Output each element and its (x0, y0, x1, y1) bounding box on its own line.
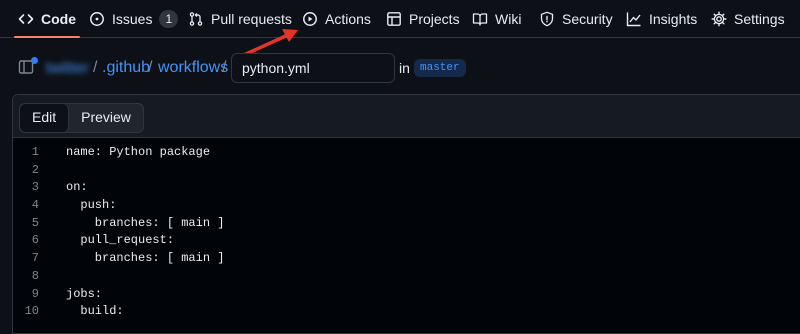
line-text: branches: [ main ] (66, 251, 225, 266)
breadcrumb-separator: / (222, 59, 227, 76)
line-number: 5 (31, 215, 39, 230)
line-text: push: (66, 198, 117, 213)
shield-icon (540, 11, 554, 26)
code-line: 2 (13, 162, 800, 180)
code-line: 5 branches: [ main ] (13, 215, 800, 233)
notification-dot (31, 57, 38, 64)
tab-insights[interactable]: Insights (626, 0, 697, 37)
line-text: on: (66, 180, 88, 195)
file-tree-toggle[interactable] (18, 57, 38, 77)
issue-icon (90, 11, 104, 26)
tab-projects[interactable]: Projects (386, 0, 460, 37)
line-number: 2 (31, 162, 39, 177)
line-number: 7 (31, 251, 39, 266)
tab-wiki[interactable]: Wiki (472, 0, 521, 37)
line-number: 4 (31, 198, 39, 213)
tab-projects-label: Projects (409, 10, 460, 27)
branch-badge[interactable]: master (414, 59, 466, 77)
tab-code[interactable]: Code (14, 0, 80, 38)
line-text: jobs: (66, 286, 103, 301)
gear-icon (711, 11, 727, 26)
tab-issues-label: Issues (112, 10, 153, 27)
tab-security[interactable]: Security (539, 0, 613, 37)
line-number: 9 (31, 286, 39, 301)
tab-actions[interactable]: Actions (302, 0, 371, 37)
file-path-bar: twitter / .github / workflows / in maste… (0, 50, 800, 86)
tab-code-label: Code (41, 10, 76, 27)
breadcrumb-separator: / (148, 59, 153, 76)
graph-icon (626, 12, 641, 26)
breadcrumb-owner[interactable]: twitter (46, 60, 89, 78)
line-number: 3 (31, 180, 39, 195)
table-icon (387, 11, 401, 26)
line-number: 8 (31, 268, 39, 283)
line-text: pull_request: (66, 233, 175, 248)
preview-tab[interactable]: Preview (69, 104, 143, 132)
tab-security-label: Security (562, 10, 613, 27)
code-line: 8 (13, 268, 800, 286)
issues-count-badge: 1 (159, 9, 179, 28)
code-line: 7 branches: [ main ] (13, 250, 800, 268)
tab-insights-label: Insights (649, 10, 698, 27)
line-text (39, 268, 66, 286)
line-text (39, 162, 66, 180)
code-line: 1 name: Python package (13, 144, 800, 162)
code-text-area[interactable]: 1 name: Python package 2 3 on: 4 push: 5 b… (13, 138, 800, 321)
line-text: branches: [ main ] (66, 215, 225, 230)
line-text: build: (66, 304, 124, 319)
tab-settings-label: Settings (734, 10, 785, 27)
line-number: 6 (31, 233, 39, 248)
branch-prefix-label: in (399, 60, 410, 76)
edit-preview-toggle: Edit Preview (19, 103, 144, 133)
code-line: 4 push: (13, 197, 800, 215)
code-line: 6 pull_request: (13, 232, 800, 250)
editor-header: Edit Preview (13, 95, 800, 138)
tab-actions-label: Actions (325, 10, 371, 27)
breadcrumb-workflows-folder[interactable]: workflows (158, 59, 228, 77)
code-line: 10 build: (13, 303, 800, 321)
pull-request-icon (189, 11, 203, 26)
breadcrumb-github-folder[interactable]: .github (102, 59, 150, 77)
tab-wiki-label: Wiki (495, 10, 522, 27)
line-number: 10 (24, 304, 39, 319)
breadcrumb-separator: / (93, 59, 98, 76)
filename-input[interactable] (231, 53, 395, 83)
tab-issues[interactable]: Issues 1 (89, 0, 179, 37)
edit-tab[interactable]: Edit (20, 104, 70, 132)
tab-settings[interactable]: Settings (711, 0, 785, 37)
book-icon (472, 12, 488, 26)
repo-nav: Code Issues 1 Pull requests Actions Proj… (0, 0, 800, 38)
code-icon (18, 13, 34, 24)
code-editor: Edit Preview 1 name: Python package 2 3 on… (12, 94, 800, 334)
line-text: name: Python package (66, 145, 211, 159)
code-line: 9 jobs: (13, 286, 800, 304)
code-line: 3 on: (13, 179, 800, 197)
line-number: 1 (31, 145, 39, 159)
